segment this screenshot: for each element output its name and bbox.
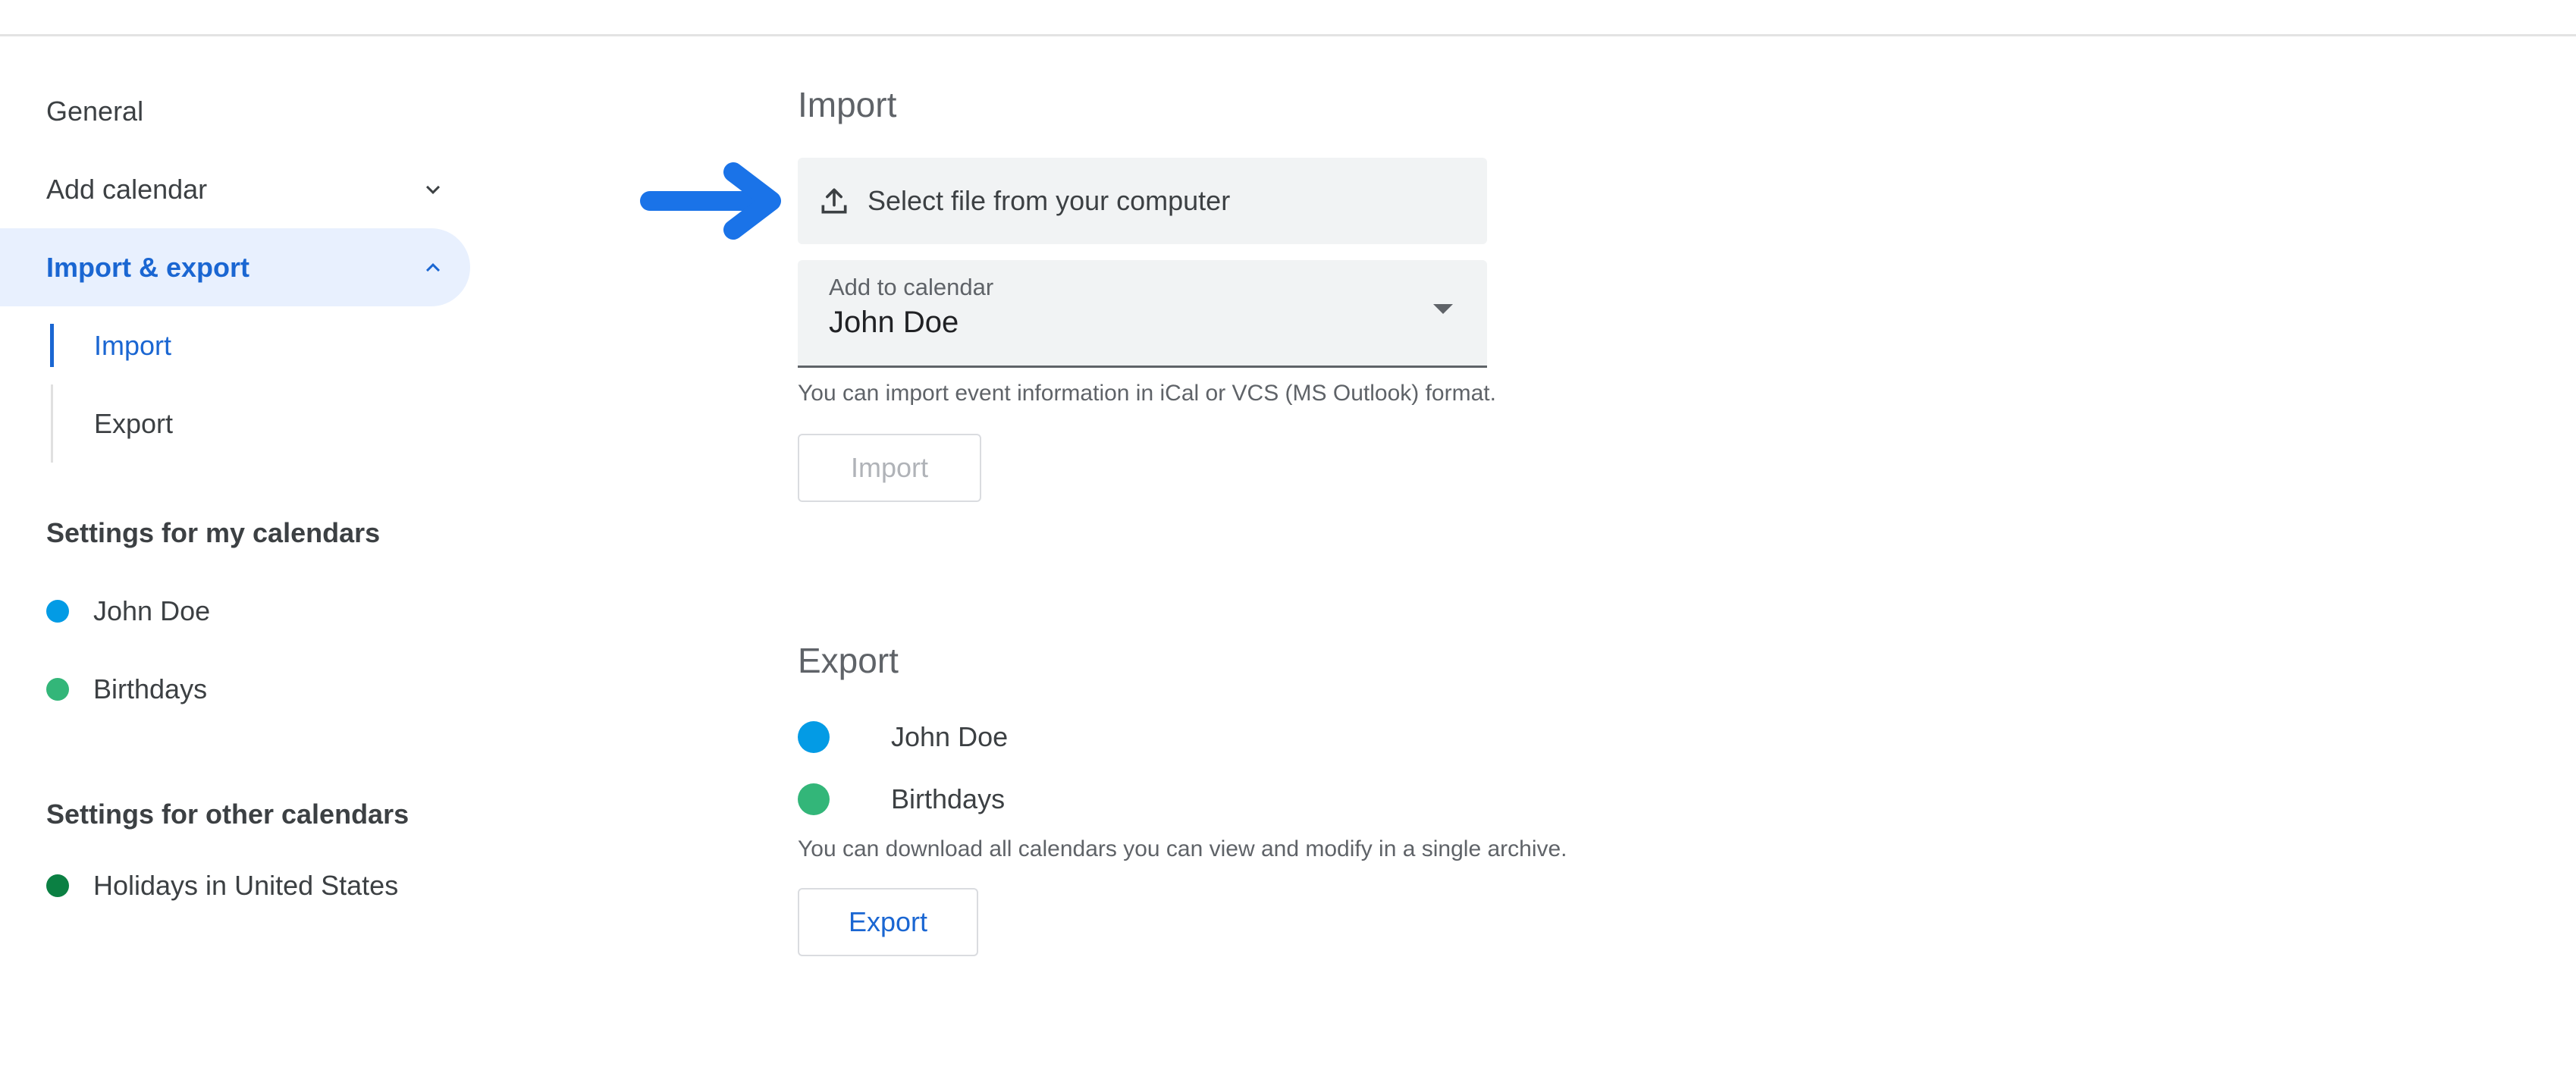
chevron-down-icon [426, 185, 440, 194]
chevron-up-icon [426, 262, 440, 271]
import-button[interactable]: Import [798, 434, 981, 502]
export-calendar-john-doe[interactable]: John Doe [798, 714, 1008, 760]
calendar-label: Holidays in United States [93, 869, 399, 901]
add-to-calendar-select[interactable]: Add to calendar John Doe [798, 260, 1487, 368]
sidebar-item-label: Add calendar [46, 173, 208, 205]
sidebar-item-label: Export [94, 407, 174, 439]
upload-icon [821, 188, 847, 214]
sidebar-item-label: Import & export [46, 251, 250, 283]
top-divider [0, 34, 2576, 36]
select-file-button[interactable]: Select file from your computer [798, 158, 1487, 244]
import-export-panel: Import Select file from your computer Ad… [640, 82, 1859, 956]
export-help-text: You can download all calendars you can v… [798, 836, 1567, 861]
calendar-color-dot [798, 783, 830, 815]
add-to-calendar-value: John Doe [829, 306, 959, 339]
calendar-color-dot [46, 599, 69, 623]
submenu-indicator [50, 324, 54, 367]
calendar-color-dot [46, 874, 69, 897]
sidebar-subitem-export[interactable]: Export [0, 384, 485, 463]
import-help-text: You can import event information in iCal… [798, 381, 1496, 406]
export-button[interactable]: Export [798, 888, 978, 956]
calendar-color-dot [46, 677, 69, 701]
settings-sidebar: General Add calendar Import & export Imp… [0, 72, 485, 918]
import-heading: Import [798, 85, 897, 124]
sidebar-item-import-export[interactable]: Import & export [0, 228, 470, 306]
export-calendar-birthdays[interactable]: Birthdays [798, 777, 1005, 822]
import-export-submenu: Import Export [0, 306, 485, 463]
select-file-label: Select file from your computer [868, 185, 1231, 216]
calendar-label: Birthdays [93, 673, 208, 704]
sidebar-item-general[interactable]: General [0, 72, 485, 150]
sidebar-calendar-birthdays[interactable]: Birthdays [0, 650, 485, 728]
sidebar-item-add-calendar[interactable]: Add calendar [0, 150, 485, 228]
export-heading: Export [798, 641, 899, 680]
calendar-label: John Doe [93, 595, 211, 626]
calendar-label: Birthdays [891, 783, 1006, 814]
other-calendars-heading: Settings for other calendars [46, 798, 409, 830]
pointer-arrow-icon [640, 162, 781, 240]
submenu-indicator [51, 384, 53, 463]
sidebar-calendar-john-doe[interactable]: John Doe [0, 572, 485, 650]
add-to-calendar-label: Add to calendar [829, 274, 994, 300]
sidebar-subitem-import[interactable]: Import [0, 306, 485, 384]
sidebar-calendar-holidays[interactable]: Holidays in United States [0, 853, 485, 918]
calendar-color-dot [798, 721, 830, 753]
my-calendars-heading: Settings for my calendars [46, 516, 381, 548]
calendar-label: John Doe [891, 721, 1009, 752]
sidebar-item-label: Import [94, 329, 172, 361]
dropdown-caret-icon [1433, 304, 1453, 314]
sidebar-item-label: General [46, 95, 144, 127]
